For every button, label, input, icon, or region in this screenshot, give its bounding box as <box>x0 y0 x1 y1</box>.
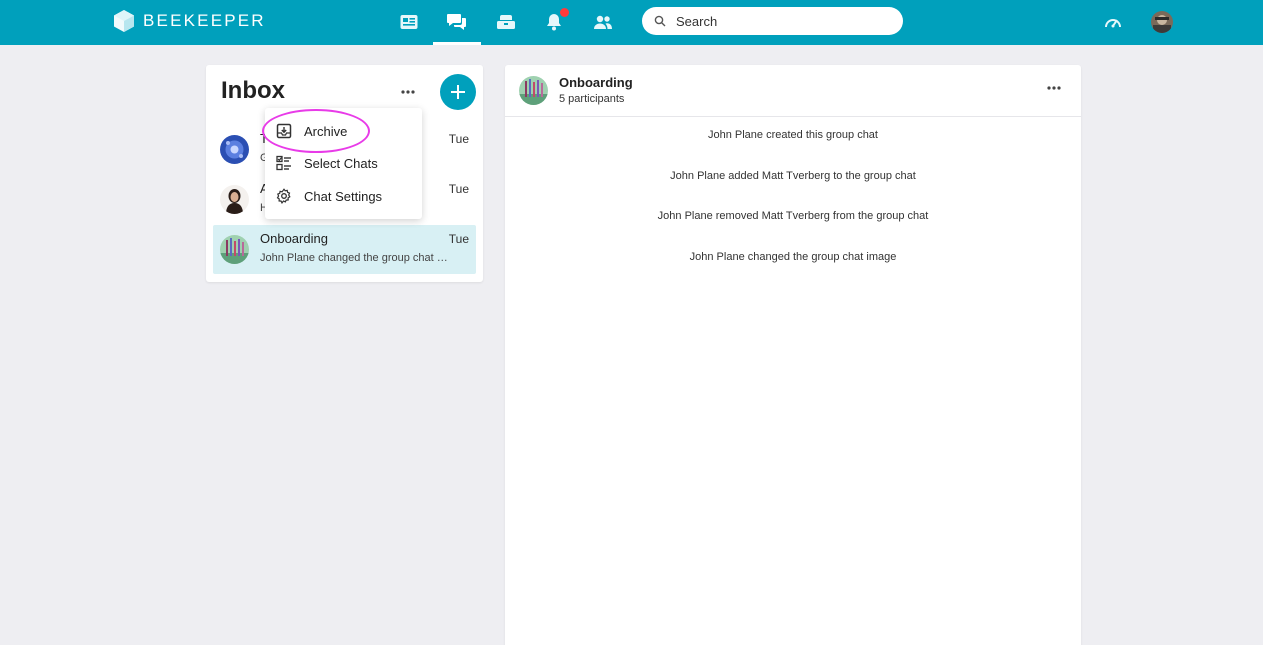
chat-avatar <box>220 135 249 164</box>
system-message: John Plane created this group chat <box>707 129 878 141</box>
inbox-title: Inbox <box>221 77 285 104</box>
new-chat-button[interactable] <box>440 74 476 110</box>
menu-item-label: Chat Settings <box>304 188 383 204</box>
archive-icon <box>276 123 292 139</box>
user-avatar[interactable] <box>1151 11 1173 33</box>
menu-item-label: Archive <box>304 123 348 139</box>
tools-icon[interactable] <box>494 10 518 34</box>
system-message: John Plane removed Matt Tverberg from th… <box>657 210 929 222</box>
search-placeholder: Search <box>676 13 718 29</box>
chat-icon[interactable] <box>445 10 469 34</box>
more-horizontal-icon <box>401 90 415 94</box>
speedometer-icon[interactable] <box>1101 10 1125 34</box>
conversation-avatar[interactable] <box>519 76 548 105</box>
chat-time: Tue <box>448 182 469 196</box>
participants-count[interactable]: 5 participants <box>559 93 624 105</box>
conversation-panel: Onboarding 5 participants John Plane cre… <box>505 65 1081 645</box>
search-input[interactable]: Search <box>642 7 903 35</box>
chat-time: Tue <box>448 232 469 246</box>
active-tab-indicator <box>433 42 481 45</box>
chat-avatar <box>220 185 249 214</box>
conversation-header: Onboarding 5 participants <box>505 65 1081 117</box>
more-horizontal-icon <box>1047 86 1061 90</box>
gear-icon <box>276 188 291 204</box>
search-icon <box>654 15 666 27</box>
inbox-options-menu: Archive Select Chats Chat Settings <box>265 108 422 219</box>
brand-name: BEEKEEPER <box>143 11 266 30</box>
beekeeper-logo-icon <box>114 10 134 32</box>
plus-icon <box>451 85 465 99</box>
menu-item-chat-settings[interactable]: Chat Settings <box>265 181 422 211</box>
menu-item-label: Select Chats <box>304 155 378 171</box>
chat-list-item-onboarding[interactable]: Onboarding Tue John Plane changed the gr… <box>213 225 476 274</box>
conversation-more-button[interactable] <box>1045 79 1063 97</box>
inbox-more-button[interactable] <box>399 83 417 101</box>
brand[interactable]: BEEKEEPER <box>113 9 266 33</box>
top-bar: BEEKEEPER Search <box>0 0 1263 45</box>
notification-badge <box>560 8 569 17</box>
system-message: John Plane added Matt Tverberg to the gr… <box>670 170 916 182</box>
system-message: John Plane changed the group chat image <box>689 251 897 263</box>
chat-time: Tue <box>448 132 469 146</box>
menu-item-select-chats[interactable]: Select Chats <box>265 148 422 178</box>
select-list-icon <box>276 155 291 171</box>
news-feed-icon[interactable] <box>397 10 421 34</box>
chat-preview: John Plane changed the group chat image <box>260 252 450 264</box>
chat-name: Onboarding <box>260 231 328 246</box>
people-icon[interactable] <box>591 10 615 34</box>
conversation-title[interactable]: Onboarding <box>559 75 633 90</box>
menu-item-archive[interactable]: Archive <box>265 116 422 146</box>
chat-avatar <box>220 235 249 264</box>
